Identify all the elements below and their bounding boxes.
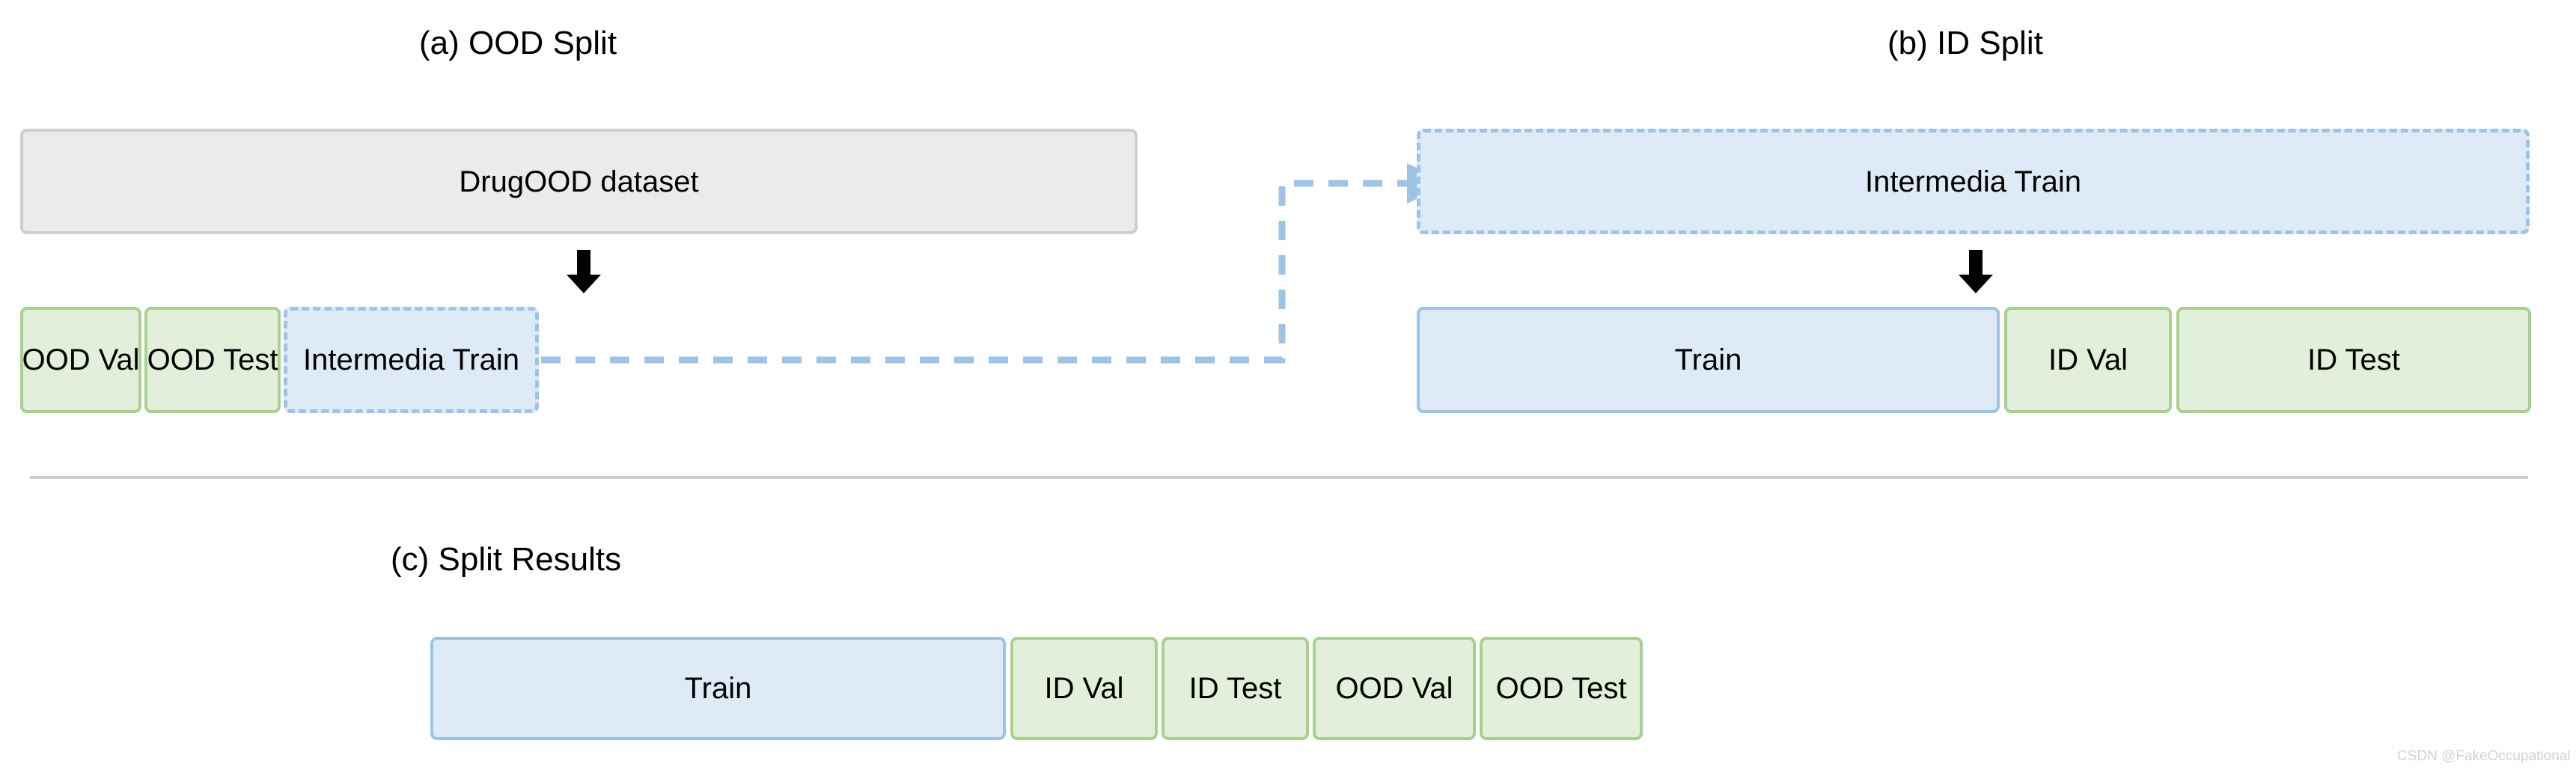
panel-c-label-id-val: ID Val: [1044, 672, 1124, 705]
panel-a-down-arrow-icon: [566, 250, 602, 293]
panel-b-down-arrow-icon: [1958, 250, 1994, 293]
section-divider: [30, 476, 2528, 479]
panel-b-label-train: Train: [1674, 343, 1742, 376]
panel-c-label-train: Train: [684, 672, 752, 705]
panel-b-box-id-test: ID Test: [2176, 307, 2531, 413]
panel-c-label-ood-val: OOD Val: [1335, 672, 1453, 705]
panel-b-label-id-test: ID Test: [2307, 343, 2400, 376]
panel-a-title: (a) OOD Split: [419, 25, 617, 61]
panel-a-box-ood-test: OOD Test: [144, 307, 281, 413]
panel-a-box-intermedia-train: Intermedia Train: [284, 307, 539, 413]
panel-b-label-id-val: ID Val: [2048, 343, 2128, 376]
diagram-canvas: (a) OOD Split DrugOOD dataset OOD Val OO…: [0, 0, 2576, 773]
panel-b-label-intermedia-train: Intermedia Train: [1864, 165, 2082, 198]
panel-b-box-id-val: ID Val: [2004, 307, 2172, 413]
panel-c-label-ood-test: OOD Test: [1495, 672, 1627, 705]
drugood-dataset-label: DrugOOD dataset: [459, 165, 699, 198]
panel-c-box-ood-val: OOD Val: [1313, 637, 1476, 740]
panel-c-title: (c) Split Results: [391, 541, 622, 578]
drugood-dataset-box: DrugOOD dataset: [20, 129, 1138, 234]
panel-c-box-train: Train: [430, 637, 1006, 740]
panel-a-box-ood-val: OOD Val: [20, 307, 141, 413]
panel-a-label-ood-test: OOD Test: [147, 343, 278, 376]
panel-a-label-intermedia-train: Intermedia Train: [302, 343, 520, 376]
panel-c-label-id-test: ID Test: [1188, 672, 1282, 705]
panel-b-box-train: Train: [1417, 307, 2000, 413]
panel-c-box-id-test: ID Test: [1162, 637, 1309, 740]
panel-a-label-ood-val: OOD Val: [22, 343, 140, 376]
panel-c-box-id-val: ID Val: [1010, 637, 1158, 740]
panel-b-box-intermedia-train: Intermedia Train: [1417, 129, 2530, 234]
panel-c-box-ood-test: OOD Test: [1480, 637, 1643, 740]
panel-b-title: (b) ID Split: [1887, 25, 2043, 61]
watermark: CSDN @FakeOccupational: [2397, 748, 2571, 764]
